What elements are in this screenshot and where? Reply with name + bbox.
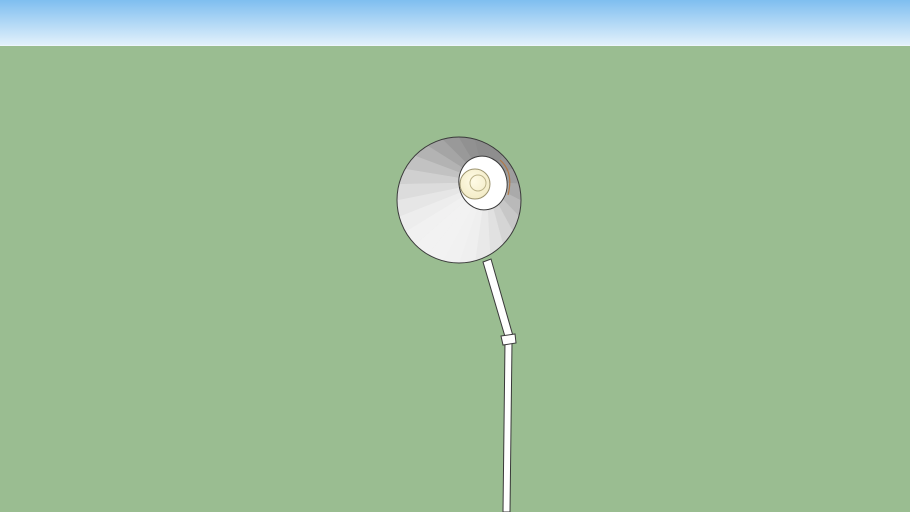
- light-bulb: [459, 168, 491, 200]
- lamp-model: [396, 136, 522, 512]
- model-viewport[interactable]: [0, 0, 910, 512]
- lamp-pole: [482, 258, 517, 512]
